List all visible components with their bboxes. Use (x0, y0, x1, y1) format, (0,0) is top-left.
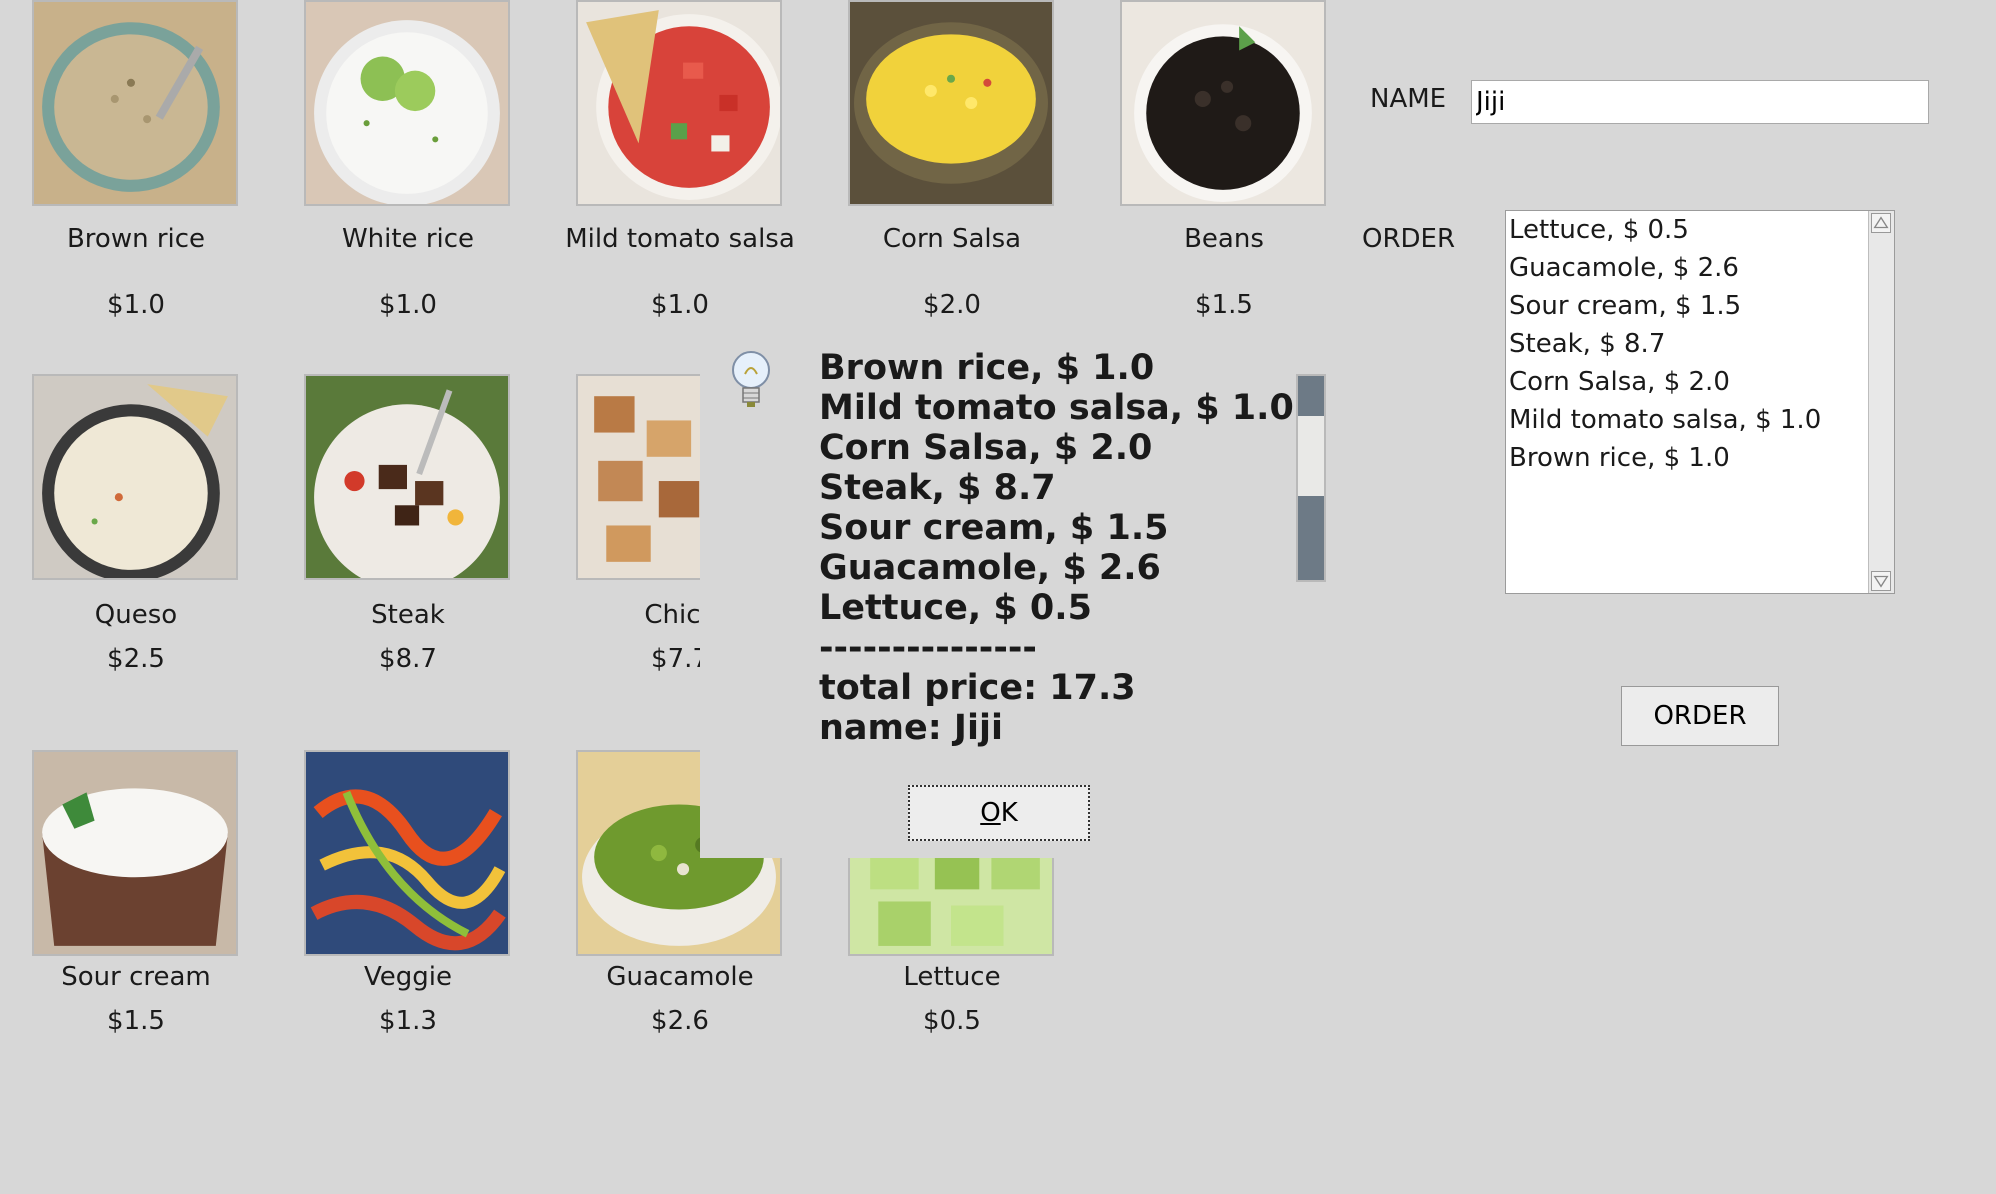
lightbulb-icon (728, 348, 774, 410)
ok-mnemonic: O (980, 798, 1001, 828)
brown-rice-image (32, 0, 238, 206)
order-list[interactable]: Lettuce, $ 0.5 Guacamole, $ 2.6 Sour cre… (1505, 210, 1895, 594)
order-list-item[interactable]: Sour cream, $ 1.5 (1509, 287, 1894, 325)
order-list-item[interactable]: Brown rice, $ 1.0 (1509, 439, 1894, 477)
order-summary-dialog: Brown rice, $ 1.0 Mild tomato salsa, $ 1… (700, 328, 1296, 858)
dialog-line: Corn Salsa, $ 2.0 (819, 428, 1153, 468)
dialog-line: Steak, $ 8.7 (819, 468, 1056, 508)
mild-tomato-salsa-image (576, 0, 782, 206)
corn-salsa-image (848, 0, 1054, 206)
item-price: $2.0 (923, 290, 981, 320)
dialog-line: Lettuce, $ 0.5 (819, 588, 1092, 628)
item-label: Corn Salsa (882, 224, 1022, 254)
white-rice-image (304, 0, 510, 206)
menu-item-beans[interactable]: Beans $1.5 (1088, 0, 1360, 320)
item-label: Brown rice (66, 224, 206, 254)
dialog-message: Brown rice, $ 1.0 Mild tomato salsa, $ 1… (819, 348, 1294, 748)
menu-item-corn-salsa[interactable]: Corn Salsa $2.0 (816, 0, 1088, 320)
order-list-item[interactable]: Guacamole, $ 2.6 (1509, 249, 1894, 287)
menu-item-veggie[interactable]: Veggie $1.3 (272, 750, 544, 1036)
item-price: $1.0 (651, 290, 709, 320)
item-price: $1.5 (1195, 290, 1253, 320)
ok-button[interactable]: OK (908, 785, 1090, 841)
item-label: Beans (1184, 224, 1264, 254)
order-list-item[interactable]: Mild tomato salsa, $ 1.0 (1509, 401, 1894, 439)
beans-image (1120, 0, 1326, 206)
name-label: NAME (1370, 84, 1447, 114)
dialog-line: Sour cream, $ 1.5 (819, 508, 1169, 548)
ok-label-rest: K (1000, 798, 1018, 828)
veggie-image (304, 750, 510, 956)
dialog-line: Guacamole, $ 2.6 (819, 548, 1161, 588)
item-price: $1.5 (107, 1006, 165, 1036)
scroll-up-arrow-icon[interactable] (1871, 213, 1891, 233)
sour-cream-image (32, 750, 238, 956)
dialog-line: Mild tomato salsa, $ 1.0 (819, 388, 1294, 428)
order-list-scrollbar[interactable] (1868, 211, 1894, 593)
item-price: $1.0 (107, 290, 165, 320)
item-label: Sour cream (61, 962, 211, 992)
item-price: $0.5 (923, 1006, 981, 1036)
menu-item-sour-cream[interactable]: Sour cream $1.5 (0, 750, 272, 1036)
dialog-separator: --------------- (819, 628, 1037, 668)
order-list-item[interactable]: Lettuce, $ 0.5 (1509, 211, 1894, 249)
item-price: $1.3 (379, 1006, 437, 1036)
menu-item-brown-rice[interactable]: Brown rice $1.0 (0, 0, 272, 320)
item-price: $2.5 (107, 644, 165, 674)
item-label: Lettuce (903, 962, 1001, 992)
item-label: Mild tomato salsa (565, 224, 795, 254)
item-price: $1.0 (379, 290, 437, 320)
steak-image (304, 374, 510, 580)
menu-item-queso[interactable]: Queso $2.5 (0, 374, 272, 674)
name-input[interactable] (1471, 80, 1929, 124)
queso-image (32, 374, 238, 580)
order-list-item[interactable]: Corn Salsa, $ 2.0 (1509, 363, 1894, 401)
item-label: Steak (371, 600, 445, 630)
menu-item-steak[interactable]: Steak $8.7 (272, 374, 544, 674)
item-price: $2.6 (651, 1006, 709, 1036)
item-price: $8.7 (379, 644, 437, 674)
scroll-down-arrow-icon[interactable] (1871, 571, 1891, 591)
menu-item-mild-tomato-salsa[interactable]: Mild tomato salsa $1.0 (544, 0, 816, 320)
menu-item-white-rice[interactable]: White rice $1.0 (272, 0, 544, 320)
dialog-total: total price: 17.3 (819, 668, 1136, 708)
item-label: Veggie (364, 962, 452, 992)
dialog-line: Brown rice, $ 1.0 (819, 348, 1155, 388)
item-label: Queso (94, 600, 178, 630)
order-list-item[interactable]: Steak, $ 8.7 (1509, 325, 1894, 363)
item-label: White rice (341, 224, 475, 254)
menu-item-hidden-image (1296, 374, 1326, 582)
item-label: Guacamole (606, 962, 754, 992)
order-button[interactable]: ORDER (1621, 686, 1779, 746)
dialog-name: name: Jiji (819, 708, 1003, 748)
order-label: ORDER (1362, 224, 1456, 254)
